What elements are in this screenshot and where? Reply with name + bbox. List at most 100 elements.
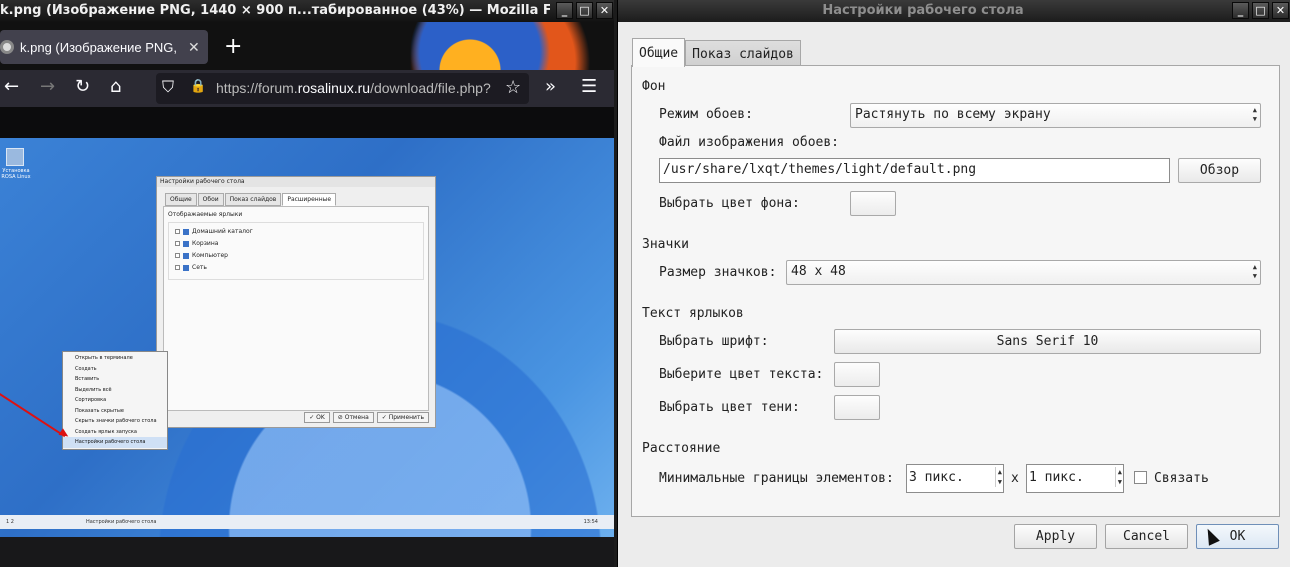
link-checkbox[interactable] [1134, 471, 1147, 484]
background-group-title: Фон [642, 79, 666, 94]
firefox-tab-bar: k.png (Изображение PNG, 1440 × 900 ✕ + [0, 22, 614, 70]
annotation-arrow [0, 393, 66, 438]
browse-button[interactable]: Обзор [1178, 158, 1261, 183]
embedded-taskbar: 1 2 Настройки рабочего стола 13:54 [0, 515, 614, 529]
embedded-tab: Показ слайдов [224, 193, 282, 206]
embedded-tab: Общие [165, 193, 197, 206]
margin-x-value: 3 пикс. [909, 470, 964, 485]
reload-icon[interactable]: ↻ [75, 76, 90, 97]
browser-content: Установка ROSA Linux Настройки рабочего … [0, 108, 614, 567]
network-icon [183, 264, 189, 271]
list-item-label: Компьютер [192, 252, 228, 259]
text-color-label: Выберите цвет текста: [659, 367, 824, 382]
embedded-dialog-buttons: ✓ OK ⊘ Отмена ✓ Применить [304, 412, 429, 423]
close-button[interactable]: ✕ [1272, 2, 1289, 19]
firefox-window-title: k.png (Изображение PNG, 1440 × 900 п...т… [0, 3, 550, 18]
spin-arrows-icon[interactable]: ▲ ▼ [1114, 467, 1122, 487]
home-icon[interactable]: ⌂ [110, 76, 121, 97]
minimize-button[interactable]: _ [556, 2, 573, 19]
close-button[interactable]: ✕ [596, 2, 613, 19]
context-menu-item: Выделить всё [75, 386, 112, 393]
overflow-icon[interactable]: » [545, 76, 556, 97]
icon-size-value: 48 x 48 [791, 264, 846, 279]
list-item-label: Корзина [192, 240, 219, 247]
url-bar[interactable]: ⛉ 🔒 https://forum.rosalinux.ru/download/… [156, 73, 529, 104]
embedded-shortcut-list: Домашний каталог Корзина Компьютер Сеть [168, 222, 424, 280]
context-menu-item: Вставить [75, 376, 100, 382]
checkbox-icon [175, 241, 180, 246]
embedded-ok-button: ✓ OK [304, 412, 330, 423]
back-arrow-icon[interactable]: ← [4, 76, 19, 97]
tab-label: k.png (Изображение PNG, 1440 × 900 [20, 39, 180, 55]
cancel-button[interactable]: Cancel [1105, 524, 1188, 549]
firefox-titlebar: k.png (Изображение PNG, 1440 × 900 п...т… [0, 0, 614, 22]
context-menu-item: Скрыть значки рабочего стола [75, 418, 157, 424]
context-menu-item: Создать [75, 365, 97, 372]
content-background [0, 537, 614, 567]
link-label: Связать [1154, 471, 1209, 486]
embedded-panel: Отображаемые ярлыки Домашний каталог Кор… [163, 206, 429, 411]
desktop-installer-icon [6, 148, 24, 166]
lock-icon[interactable]: 🔒 [190, 79, 206, 94]
margin-x-spinbox[interactable]: 3 пикс. ▲ ▼ [906, 464, 1004, 493]
minimize-button[interactable]: _ [1232, 2, 1249, 19]
context-menu-item: Создать ярлык запуска [75, 428, 137, 435]
embedded-tab: Расширенные [282, 193, 337, 206]
font-label: Выбрать шрифт: [659, 334, 769, 349]
embedded-context-menu: Открыть в терминале Создать Вставить Выд… [62, 351, 168, 450]
url-text[interactable]: https://forum.rosalinux.ru/download/file… [216, 80, 496, 96]
hamburger-menu-icon[interactable]: ☰ [581, 76, 597, 97]
times-label: x [1011, 471, 1019, 486]
tab-general[interactable]: Общие [632, 38, 686, 67]
margin-y-spinbox[interactable]: 1 пикс. ▲ ▼ [1026, 464, 1124, 493]
maximize-button[interactable]: □ [576, 2, 593, 19]
forward-arrow-icon[interactable]: → [40, 76, 55, 97]
spin-arrows-icon[interactable]: ▲ ▼ [994, 467, 1002, 487]
new-tab-button[interactable]: + [224, 34, 242, 59]
embedded-settings-dialog: Настройки рабочего стола Общие Обои Пока… [156, 176, 436, 428]
embedded-tab: Обои [197, 193, 224, 206]
icon-size-select[interactable]: 48 x 48 ▲ ▼ [786, 260, 1261, 285]
wallpaper-mode-label: Режим обоев: [659, 107, 753, 122]
bookmark-star-icon[interactable]: ☆ [505, 77, 521, 98]
tab-favicon-icon [0, 40, 14, 54]
apply-button[interactable]: Apply [1014, 524, 1097, 549]
context-menu-item: Настройки рабочего стола [63, 437, 167, 448]
icon-size-label: Размер значков: [659, 265, 777, 280]
shadow-color-label: Выбрать цвет тени: [659, 400, 800, 415]
embedded-taskbar-task: Настройки рабочего стола [85, 519, 157, 525]
checkbox-icon [175, 253, 180, 258]
bg-color-button[interactable] [850, 191, 896, 216]
context-menu-item: Открыть в терминале [75, 355, 133, 361]
text-color-button[interactable] [834, 362, 880, 387]
context-menu-item: Показать скрытые [75, 407, 124, 414]
checkbox-icon [175, 265, 180, 270]
margin-y-value: 1 пикс. [1029, 470, 1084, 485]
embedded-section-title: Отображаемые ярлыки [168, 211, 243, 218]
margins-label: Минимальные границы элементов: [659, 471, 894, 486]
wallpaper-mode-value: Растянуть по всему экрану [855, 107, 1051, 122]
tab-slideshow[interactable]: Показ слайдов [685, 40, 801, 67]
embedded-apply-button: ✓ Применить [376, 412, 429, 423]
context-menu-item: Сортировка [75, 397, 107, 403]
embedded-clock: 13:54 [583, 519, 598, 525]
font-button[interactable]: Sans Serif 10 [834, 329, 1261, 354]
embedded-cancel-button: ⊘ Отмена [332, 412, 374, 423]
shadow-color-button[interactable] [834, 395, 880, 420]
tab-close-icon[interactable]: ✕ [188, 39, 200, 56]
wallpaper-file-input[interactable]: /usr/share/lxqt/themes/light/default.png [659, 158, 1170, 183]
label-text-group-title: Текст ярлыков [642, 306, 744, 321]
wallpaper-file-label: Файл изображения обоев: [659, 135, 840, 150]
content-background [0, 108, 614, 138]
browser-tab[interactable]: k.png (Изображение PNG, 1440 × 900 ✕ [0, 30, 208, 64]
trash-icon [183, 240, 189, 247]
wallpaper-mode-select[interactable]: Растянуть по всему экрану ▲ ▼ [850, 103, 1261, 128]
computer-icon [183, 252, 189, 259]
spacing-group-title: Расстояние [642, 441, 721, 456]
shield-icon[interactable]: ⛉ [162, 77, 174, 97]
maximize-button[interactable]: □ [1252, 2, 1269, 19]
embedded-workspaces: 1 2 [6, 519, 14, 525]
firefox-window: k.png (Изображение PNG, 1440 × 900 п...т… [0, 0, 614, 567]
list-item-label: Домашний каталог [192, 228, 253, 235]
dialog-tabs: Общие Показ слайдов [632, 38, 801, 67]
